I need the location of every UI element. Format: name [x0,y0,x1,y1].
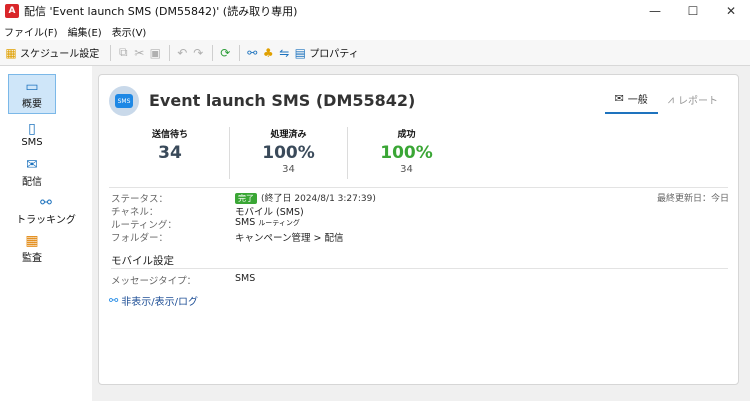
folder-value: キャンペーン管理 > 配信 [235,233,344,244]
menu-edit[interactable]: 編集(E) [68,24,102,39]
toolbar: ▦ スケジュール設定 ⧉ ✂ ▣ ↶ ↷ ⟳ ⚯ ♣ ⇋ ▤ プロパティ [0,40,750,66]
section-divider [111,268,728,269]
log-icon: ⚯ [109,294,119,307]
channel-value: モバイル (SMS) [235,207,304,218]
stat-label: 成功 [397,130,416,140]
delivery-info: ステータス： 完了 (終了日 2024/8/1 3:27:39) 最終更新日：今日… [111,191,731,244]
copy-icon[interactable]: ⧉ [116,45,130,60]
phone-icon: ▯ [28,120,36,137]
tab-report[interactable]: ⩘ レポート [658,89,728,114]
status-row: ステータス： 完了 (終了日 2024/8/1 3:27:39) 最終更新日：今日 [111,191,731,205]
overview-icon: ▭ [25,78,39,95]
stat-success: 成功 100% 34 [347,127,465,179]
status-end-date: (終了日 2024/8/1 3:27:39) [261,194,376,204]
status-value: 完了 (終了日 2024/8/1 3:27:39) [235,191,376,204]
message-type-value: SMS [235,273,256,284]
page-title: Event launch SMS (DM55842) [149,91,416,110]
toolbar-separator [169,44,171,61]
toggle-log-link[interactable]: ⚯ 非表示/表示/ログ [109,293,198,308]
link-icon[interactable]: ⚯ [245,46,259,60]
sidebar-item-delivery[interactable]: ✉ 配信 [8,152,56,192]
toggle-log-label: 非表示/表示/ログ [121,297,198,308]
last-updated: 最終更新日：今日 [656,194,729,204]
sidebar-item-label: SMS [21,136,43,148]
sidebar-item-tracking[interactable]: ⚯ トラッキング [0,190,92,230]
sidebar-item-label: 監査 [22,252,42,264]
sidebar-item-audit[interactable]: ▦ 監査 [8,228,56,268]
window-title: 配信 'Event launch SMS (DM55842)' (読み取り専用) [24,5,298,18]
mobile-settings-title: モバイル設定 [111,255,174,267]
refresh-icon[interactable]: ⟳ [218,46,232,60]
routing-value: SMS ルーティング [235,217,300,228]
stat-label: 送信待ち [151,130,188,140]
sidebar: ▭ 概要 ▯ SMS ✉ 配信 ⚯ トラッキング ▦ 監査 [0,66,92,401]
routing-name: SMS [235,217,256,228]
paste-icon[interactable]: ▣ [148,46,162,60]
status-badge: 完了 [235,193,257,204]
folder-label: フォルダー： [111,233,169,244]
sidebar-item-overview[interactable]: ▭ 概要 [8,74,56,114]
delivery-panel: SMS Event launch SMS (DM55842) ✉ 一般 ⩘ レポ… [98,74,739,385]
toolbar-separator [110,44,112,61]
channel-row: チャネル： モバイル (SMS) [111,204,731,218]
stat-pending: 送信待ち 34 [111,127,229,179]
menu-bar: ファイル(F) 編集(E) 表示(V) [0,22,750,40]
status-label: ステータス： [111,194,169,205]
minimize-button[interactable]: — [636,0,674,22]
tab-general[interactable]: ✉ 一般 [604,89,658,114]
sidebar-item-label: 概要 [22,98,42,110]
calendar-icon: ▦ [5,45,17,60]
routing-label: ルーティング： [111,220,177,231]
folder-row: フォルダー： キャンペーン管理 > 配信 [111,230,731,244]
undo-icon[interactable]: ↶ [175,46,189,60]
sidebar-item-label: 配信 [22,176,42,188]
close-button[interactable]: ✕ [712,0,750,22]
sidebar-item-label: トラッキング [16,214,76,226]
panel-header: SMS Event launch SMS (DM55842) ✉ 一般 ⩘ レポ… [99,75,738,123]
schedule-label: スケジュール設定 [20,49,100,60]
redo-icon[interactable]: ↷ [191,46,205,60]
routing-suffix: ルーティング [258,219,300,227]
stat-value: 100% [380,143,433,163]
chart-icon: ⩘ [667,92,674,106]
properties-label: プロパティ [309,49,359,60]
tab-label: 一般 [627,95,648,106]
window-controls: — ☐ ✕ [636,0,750,22]
toolbar-separator [239,44,241,61]
divider [109,187,728,188]
clipboard-icon: ▤ [294,45,306,60]
title-bar: A 配信 'Event launch SMS (DM55842)' (読み取り専… [0,0,750,22]
audit-icon: ▦ [25,232,39,249]
stat-value: 34 [158,143,182,163]
message-type-label: メッセージタイプ： [111,276,197,287]
view-tabs: ✉ 一般 ⩘ レポート [604,89,728,114]
stat-value: 100% [262,143,315,163]
message-type-row: メッセージタイプ： SMS [111,273,511,287]
stat-count: 34 [282,164,295,175]
properties-button[interactable]: ▤ プロパティ [293,45,359,61]
kpi-stats: 送信待ち 34 処理済み 100% 34 成功 100% 34 [111,127,465,179]
cut-icon[interactable]: ✂ [132,46,146,60]
sync-icon[interactable]: ⇋ [277,46,291,60]
sms-badge-label: SMS [115,94,133,108]
toolbar-separator [212,44,214,61]
routing-row: ルーティング： SMS ルーティング [111,217,731,231]
tracking-icon: ⚯ [40,194,52,211]
stat-label: 処理済み [270,130,307,140]
channel-label: チャネル： [111,207,159,218]
sms-channel-icon: SMS [109,86,139,116]
sidebar-item-sms[interactable]: ▯ SMS [8,114,56,154]
menu-view[interactable]: 表示(V) [112,24,147,39]
menu-file[interactable]: ファイル(F) [4,24,58,39]
schedule-button[interactable]: ▦ スケジュール設定 [4,45,100,61]
mail-icon: ✉ [614,92,624,105]
stat-processed: 処理済み 100% 34 [229,127,347,179]
tab-label: レポート [678,96,718,107]
app-icon: A [5,4,19,18]
stat-count: 34 [400,164,413,175]
delivery-icon: ✉ [26,156,38,173]
maximize-button[interactable]: ☐ [674,0,712,22]
hierarchy-icon[interactable]: ♣ [261,46,275,60]
